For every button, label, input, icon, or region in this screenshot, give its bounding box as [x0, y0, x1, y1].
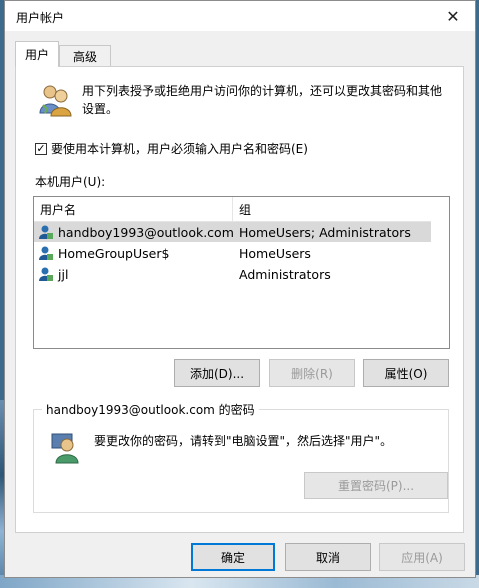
ok-button[interactable]: 确定: [191, 543, 275, 571]
column-header-username[interactable]: 用户名: [34, 197, 233, 221]
list-row[interactable]: jjl Administrators: [34, 264, 431, 284]
user-icon: [39, 267, 53, 281]
user-icon: [39, 225, 53, 239]
users-listview[interactable]: 用户名 组 handboy1993@outlook.com HomeUsers;…: [33, 196, 450, 349]
user-icon: [39, 246, 53, 260]
list-header: 用户名 组: [34, 197, 431, 222]
reset-password-button[interactable]: 重置密码(P)...: [304, 472, 448, 499]
user-name-cell: HomeGroupUser$: [38, 243, 169, 263]
users-tab-panel: 用下列表授予或拒绝用户访问你的计算机，还可以更改其密码和其他设置。 ✓ 要使用本…: [15, 66, 464, 533]
properties-button[interactable]: 属性(O): [363, 359, 449, 387]
title-bar: 用户帐户 ✕: [5, 1, 475, 31]
users-icon: [39, 85, 72, 117]
window-title: 用户帐户: [16, 11, 65, 25]
user-accounts-dialog: 用户帐户 ✕ 用户 高级 用下列表授予或拒绝用户访问你的计算机，还可以更改其密码…: [4, 0, 476, 578]
user-group: HomeUsers; Administrators: [239, 224, 411, 240]
close-button[interactable]: ✕: [431, 1, 475, 31]
user-name: handboy1993@outlook.com: [58, 224, 234, 240]
user-group: Administrators: [239, 266, 331, 282]
apply-button[interactable]: 应用(A): [379, 543, 465, 571]
local-users-label: 本机用户(U):: [35, 175, 106, 189]
user-name: HomeGroupUser$: [58, 245, 170, 261]
user-name-cell: handboy1993@outlook.com: [38, 222, 234, 242]
password-group-title: handboy1993@outlook.com 的密码: [42, 401, 259, 418]
tab-users[interactable]: 用户: [15, 41, 59, 67]
column-header-group[interactable]: 组: [233, 197, 431, 221]
require-login-label: 要使用本计算机，用户必须输入用户名和密码(E): [51, 142, 308, 156]
list-row[interactable]: handboy1993@outlook.com HomeUsers; Admin…: [34, 222, 431, 242]
require-login-row[interactable]: ✓ 要使用本计算机，用户必须输入用户名和密码(E): [35, 140, 308, 157]
require-login-checkbox[interactable]: ✓: [35, 142, 47, 155]
user-name-cell: jjl: [38, 264, 68, 284]
list-row[interactable]: HomeGroupUser$ HomeUsers: [34, 243, 431, 263]
user-name: jjl: [58, 266, 69, 282]
remove-user-button[interactable]: 删除(R): [269, 359, 355, 387]
tab-advanced-label: 高级: [72, 50, 97, 64]
info-text: 用下列表授予或拒绝用户访问你的计算机，还可以更改其密码和其他设置。: [82, 84, 443, 116]
password-hint-text: 要更改你的密码，请转到"电脑设置"，然后选择"用户"。: [94, 434, 393, 448]
cancel-button[interactable]: 取消: [285, 543, 371, 571]
tab-advanced[interactable]: 高级: [59, 45, 111, 67]
add-user-button[interactable]: 添加(D)...: [174, 359, 260, 387]
user-group: HomeUsers: [239, 245, 311, 261]
password-group: handboy1993@outlook.com 的密码 要更改你的密码，请转到"…: [33, 401, 449, 513]
user-password-icon: [51, 433, 79, 464]
tab-users-label: 用户: [24, 48, 49, 62]
